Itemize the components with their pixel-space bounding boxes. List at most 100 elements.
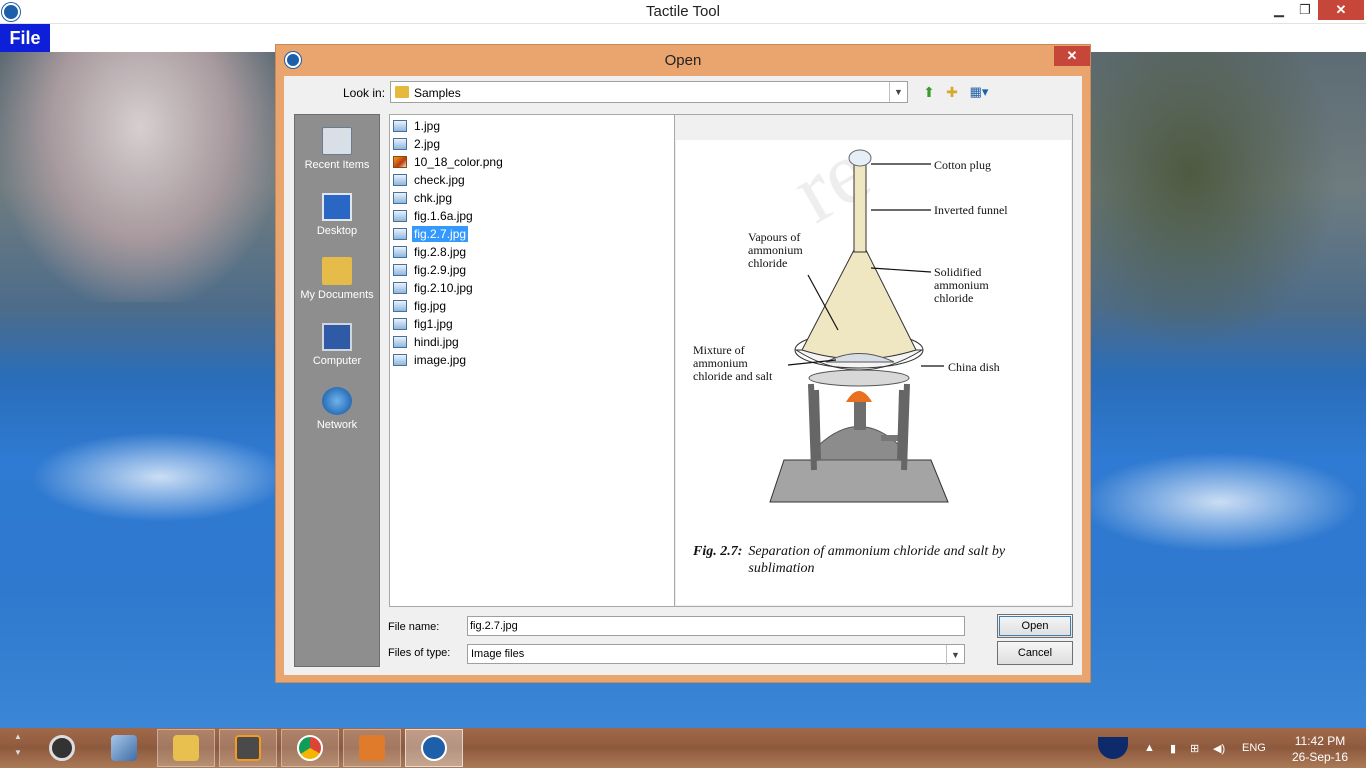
taskbar: ▲ ▼ ▲ ▮ ⊞ ◀) ENG 11:42 PM 26-Sep-16 [0, 728, 1366, 768]
dialog-body: Look in: Samples ▼ ⬆ ✚ ▦▾ Recent Items D… [284, 76, 1082, 675]
place-network[interactable]: Network [295, 387, 379, 431]
label-vapours: Vapours of ammonium chloride [748, 230, 803, 270]
file-type-value: Image files [471, 648, 525, 660]
place-label: My Documents [300, 289, 374, 301]
file-item-selected[interactable]: fig.2.7.jpg [393, 226, 469, 242]
image-file-icon [393, 246, 407, 258]
file-item[interactable]: 2.jpg [393, 136, 442, 152]
dialog-titlebar[interactable]: Open ✕ [276, 45, 1090, 75]
minimize-button[interactable]: ▁ [1268, 0, 1290, 20]
label-cotton-plug: Cotton plug [934, 158, 992, 172]
preview-image: re Cotton plug Inverted funnel Vapours o… [676, 140, 1071, 605]
cancel-button[interactable]: Cancel [997, 641, 1073, 665]
file-item[interactable]: chk.jpg [393, 190, 454, 206]
file-type-label: Files of type: [388, 647, 451, 659]
folder-icon [395, 86, 409, 98]
battery-icon[interactable]: ▮ [1170, 728, 1176, 768]
view-menu-icon[interactable]: ▦▾ [966, 83, 992, 101]
app-titlebar: Tactile Tool ▁ ❐ ✕ [0, 0, 1366, 24]
computer-icon [322, 323, 352, 351]
up-folder-icon[interactable]: ⬆ [920, 83, 938, 101]
file-item[interactable]: check.jpg [393, 172, 467, 188]
file-item[interactable]: 10_18_color.png [393, 154, 505, 170]
file-list[interactable]: 1.jpg 2.jpg 10_18_color.png check.jpg ch… [389, 114, 675, 607]
taskbar-scroll-up-icon[interactable]: ▲ [14, 732, 22, 741]
taskbar-item-tactile-tool[interactable] [405, 729, 463, 767]
maximize-button[interactable]: ❐ [1294, 0, 1316, 20]
chrome-icon [297, 735, 323, 761]
place-computer[interactable]: Computer [295, 323, 379, 367]
tray-dropbox[interactable] [1098, 728, 1128, 768]
sublime-text-icon [235, 735, 261, 761]
wallpaper-hand [0, 52, 280, 302]
image-file-icon [393, 300, 407, 312]
taskbar-item-presentation[interactable] [343, 729, 401, 767]
look-in-dropdown[interactable]: Samples ▼ [390, 81, 908, 103]
image-file-icon [393, 354, 407, 366]
new-folder-icon[interactable]: ✚ [943, 83, 961, 101]
flame [846, 391, 872, 402]
burner-knob [881, 435, 899, 441]
label-inverted-funnel: Inverted funnel [934, 203, 1008, 217]
place-label: Recent Items [304, 159, 370, 171]
chevron-down-icon[interactable]: ▼ [946, 645, 964, 665]
app-title: Tactile Tool [646, 3, 720, 20]
clock-date: 26-Sep-16 [1291, 750, 1349, 764]
tray-app-icon [1098, 737, 1128, 759]
place-desktop[interactable]: Desktop [295, 193, 379, 237]
open-button[interactable]: Open [997, 614, 1073, 638]
place-recent-items[interactable]: Recent Items [295, 127, 379, 171]
file-type-dropdown[interactable]: Image files ▼ [467, 644, 965, 665]
caption-text: Separation of ammonium chloride and salt… [748, 544, 1006, 576]
file-item[interactable]: hindi.jpg [393, 334, 461, 350]
my-documents-icon [322, 257, 352, 285]
place-my-documents[interactable]: My Documents [295, 257, 379, 301]
tactile-tool-icon [421, 735, 447, 761]
language-indicator[interactable]: ENG [1242, 728, 1266, 768]
file-item[interactable]: fig.2.9.jpg [393, 262, 468, 278]
taskbar-item-virtualbox[interactable] [95, 729, 153, 767]
volume-icon[interactable]: ◀) [1213, 728, 1225, 768]
label-mixture: Mixture of ammonium chloride and salt [693, 343, 773, 383]
recent-items-icon [322, 127, 352, 155]
taskbar-item-chrome[interactable] [281, 729, 339, 767]
dialog-close-button[interactable]: ✕ [1054, 46, 1090, 66]
file-item[interactable]: fig.2.10.jpg [393, 280, 475, 296]
file-name-input[interactable]: fig.2.7.jpg [467, 616, 965, 636]
file-item[interactable]: fig.1.6a.jpg [393, 208, 475, 224]
virtualbox-icon [111, 735, 137, 761]
taskbar-item-explorer[interactable] [157, 729, 215, 767]
file-item[interactable]: fig.2.8.jpg [393, 244, 468, 260]
dialog-title: Open [664, 52, 702, 69]
places-bar: Recent Items Desktop My Documents Comput… [294, 114, 380, 667]
image-file-icon [393, 318, 407, 330]
image-file-icon [393, 282, 407, 294]
image-file-icon [393, 192, 407, 204]
figure-caption: Fig. 2.7: Separation of ammonium chloride… [693, 543, 1063, 577]
wallpaper-ripple-left [30, 432, 290, 522]
image-file-icon [393, 210, 407, 222]
file-item[interactable]: fig1.jpg [393, 316, 455, 332]
funnel-cone [801, 249, 917, 360]
clock[interactable]: 11:42 PM 26-Sep-16 [1280, 733, 1360, 765]
close-window-button[interactable]: ✕ [1318, 0, 1364, 20]
file-item[interactable]: 1.jpg [393, 118, 442, 134]
leader-solidified [870, 267, 932, 273]
taskbar-scroll-down-icon[interactable]: ▼ [14, 748, 22, 757]
tray-show-hidden-icon[interactable]: ▲ [1144, 728, 1155, 768]
network-icon [322, 387, 352, 415]
media-player-icon [49, 735, 75, 761]
image-file-icon [393, 120, 407, 132]
funnel-stem [853, 161, 867, 253]
open-dialog: Open ✕ Look in: Samples ▼ ⬆ ✚ ▦▾ Recent … [275, 44, 1091, 683]
file-name-label: File name: [388, 621, 440, 633]
network-status-icon[interactable]: ⊞ [1190, 728, 1199, 768]
file-explorer-icon [173, 735, 199, 761]
file-item[interactable]: fig.jpg [393, 298, 448, 314]
image-file-icon [393, 336, 407, 348]
chevron-down-icon[interactable]: ▼ [889, 82, 907, 102]
taskbar-item-media[interactable] [33, 729, 91, 767]
menu-file[interactable]: File [0, 24, 50, 52]
file-item[interactable]: image.jpg [393, 352, 468, 368]
taskbar-item-sublime[interactable] [219, 729, 277, 767]
